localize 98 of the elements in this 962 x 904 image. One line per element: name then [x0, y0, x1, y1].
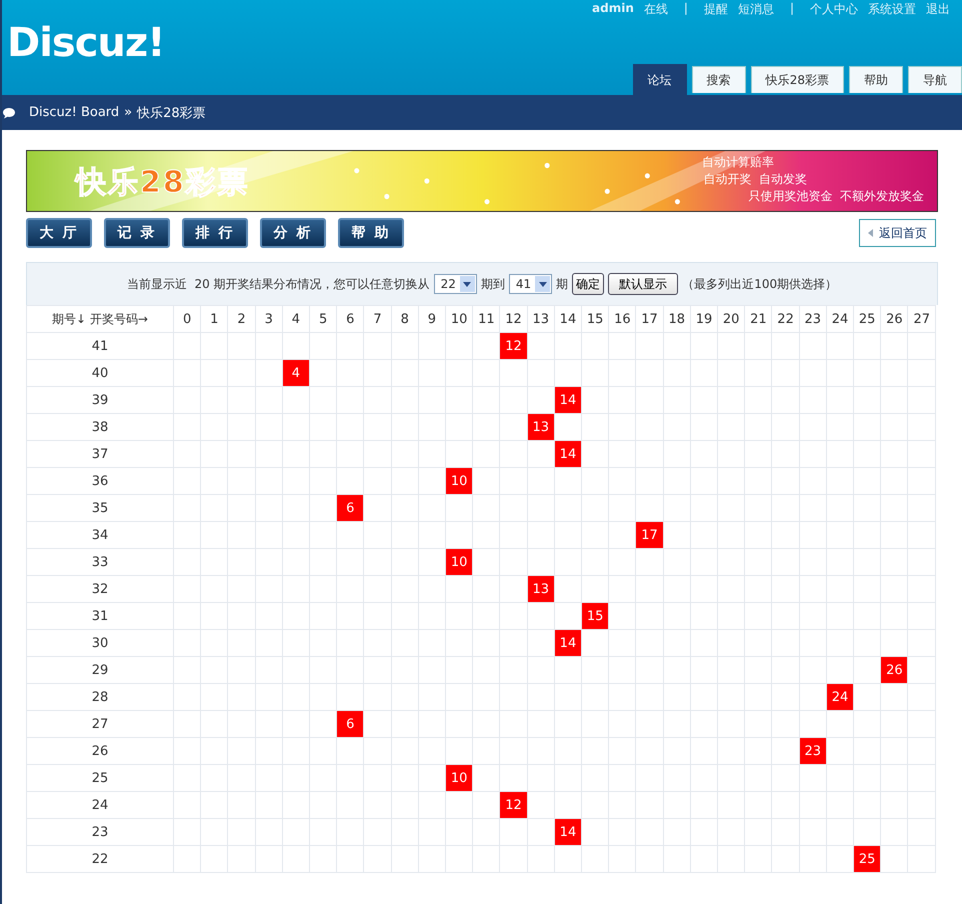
period-cell: 35 — [26, 494, 174, 522]
column-header: 0 — [174, 306, 201, 332]
column-header: 3 — [255, 306, 282, 332]
period-select[interactable]: 22 — [434, 274, 477, 294]
period-cell: 33 — [26, 548, 174, 576]
filter-text: 期到 — [480, 276, 505, 292]
column-header: 20 — [718, 306, 745, 332]
nav-tab[interactable]: 帮助 — [849, 66, 903, 93]
nav-tab[interactable]: 搜索 — [692, 66, 746, 93]
banner-slogan: 只使用奖池资金 不额外发放奖金 — [748, 188, 924, 205]
nav-tab[interactable]: 导航 — [908, 66, 962, 93]
result-cell: 25 — [854, 846, 881, 872]
result-cell: 10 — [446, 548, 473, 576]
column-header: 24 — [826, 306, 854, 332]
nav-tab[interactable]: 论坛 — [632, 64, 687, 95]
breadcrumb-current: 快乐28彩票 — [137, 104, 206, 122]
period-cell: 26 — [26, 738, 174, 764]
column-header: 9 — [418, 306, 446, 332]
menu-button[interactable]: 记 录 — [104, 218, 170, 248]
period-cell: 25 — [26, 764, 174, 792]
period-cell: 32 — [26, 576, 174, 602]
period-cell: 28 — [26, 684, 174, 710]
column-header: 23 — [799, 306, 826, 332]
left-triangle-icon — [868, 229, 873, 237]
menu-button[interactable]: 帮 助 — [338, 218, 404, 248]
period-cell: 41 — [26, 332, 174, 360]
filter-note: （最多列出近100期供选择） — [682, 276, 838, 292]
column-header: 25 — [854, 306, 881, 332]
period-cell: 31 — [26, 602, 174, 630]
column-header: 1 — [200, 306, 228, 332]
column-header: 17 — [636, 306, 664, 332]
default-view-button[interactable]: 默认显示 — [608, 273, 678, 295]
result-cell: 14 — [554, 440, 582, 468]
result-cell: 26 — [880, 656, 908, 684]
result-cell: 14 — [554, 630, 582, 656]
column-header: 7 — [364, 306, 392, 332]
result-cell: 4 — [282, 360, 310, 386]
menu-button[interactable]: 分 析 — [260, 218, 326, 248]
filter-text: 当前显示近 20 期开奖结果分布情况，您可以任意切换从 — [126, 276, 430, 292]
result-cell: 13 — [527, 576, 554, 602]
column-header: 19 — [690, 306, 718, 332]
column-header: 21 — [744, 306, 772, 332]
column-header: 22 — [772, 306, 800, 332]
column-header: 10 — [446, 306, 473, 332]
period-cell: 23 — [26, 818, 174, 846]
result-cell: 24 — [826, 684, 854, 710]
period-cell: 24 — [26, 792, 174, 818]
column-header: 26 — [880, 306, 908, 332]
corner-header: 期号↓ 开奖号码→ — [26, 306, 174, 332]
back-home-button[interactable]: 返回首页 — [859, 219, 936, 247]
result-cell: 23 — [799, 738, 826, 764]
column-header: 27 — [908, 306, 936, 332]
separator-text: | — [682, 1, 689, 17]
speech-bubble-icon — [2, 106, 16, 118]
column-header: 13 — [527, 306, 554, 332]
column-header: 4 — [282, 306, 310, 332]
period-cell: 39 — [26, 386, 174, 414]
banner-slogan: 自动计算赔率 — [702, 154, 774, 171]
column-header: 14 — [554, 306, 582, 332]
menu-button[interactable]: 大 厅 — [26, 218, 92, 248]
menu-button[interactable]: 排 行 — [182, 218, 248, 248]
result-cell: 13 — [527, 414, 554, 440]
result-cell: 12 — [500, 332, 528, 360]
result-cell: 10 — [446, 764, 473, 792]
period-cell: 34 — [26, 522, 174, 548]
period-cell: 37 — [26, 440, 174, 468]
period-cell: 29 — [26, 656, 174, 684]
column-header: 18 — [663, 306, 690, 332]
result-cell: 6 — [336, 710, 364, 738]
result-cell: 10 — [446, 468, 473, 494]
period-cell: 36 — [26, 468, 174, 494]
result-cell: 15 — [582, 602, 609, 630]
result-cell: 17 — [636, 522, 664, 548]
filter-text: 期 — [556, 276, 568, 292]
column-header: 6 — [336, 306, 364, 332]
result-cell: 12 — [500, 792, 528, 818]
breadcrumb-separator: » — [124, 105, 132, 120]
period-cell: 38 — [26, 414, 174, 440]
column-header: 5 — [310, 306, 337, 332]
nav-tab[interactable]: 快乐28彩票 — [750, 66, 844, 93]
result-cell: 6 — [336, 494, 364, 522]
result-cell: 14 — [554, 386, 582, 414]
column-header: 8 — [391, 306, 418, 332]
column-header: 11 — [472, 306, 500, 332]
period-cell: 27 — [26, 710, 174, 738]
confirm-button[interactable]: 确定 — [572, 273, 604, 295]
banner-title: 快乐28彩票 — [76, 164, 250, 202]
column-header: 16 — [608, 306, 636, 332]
column-header: 2 — [228, 306, 256, 332]
period-cell: 40 — [26, 360, 174, 386]
period-select[interactable]: 41 — [508, 274, 552, 294]
period-cell: 22 — [26, 846, 174, 872]
period-cell: 30 — [26, 630, 174, 656]
banner-slogan: 自动开奖 自动发奖 — [703, 171, 807, 188]
column-header: 15 — [582, 306, 609, 332]
separator-text: | — [788, 1, 795, 17]
breadcrumb-link[interactable]: Discuz! Board — [29, 105, 120, 120]
result-cell: 14 — [554, 818, 582, 846]
